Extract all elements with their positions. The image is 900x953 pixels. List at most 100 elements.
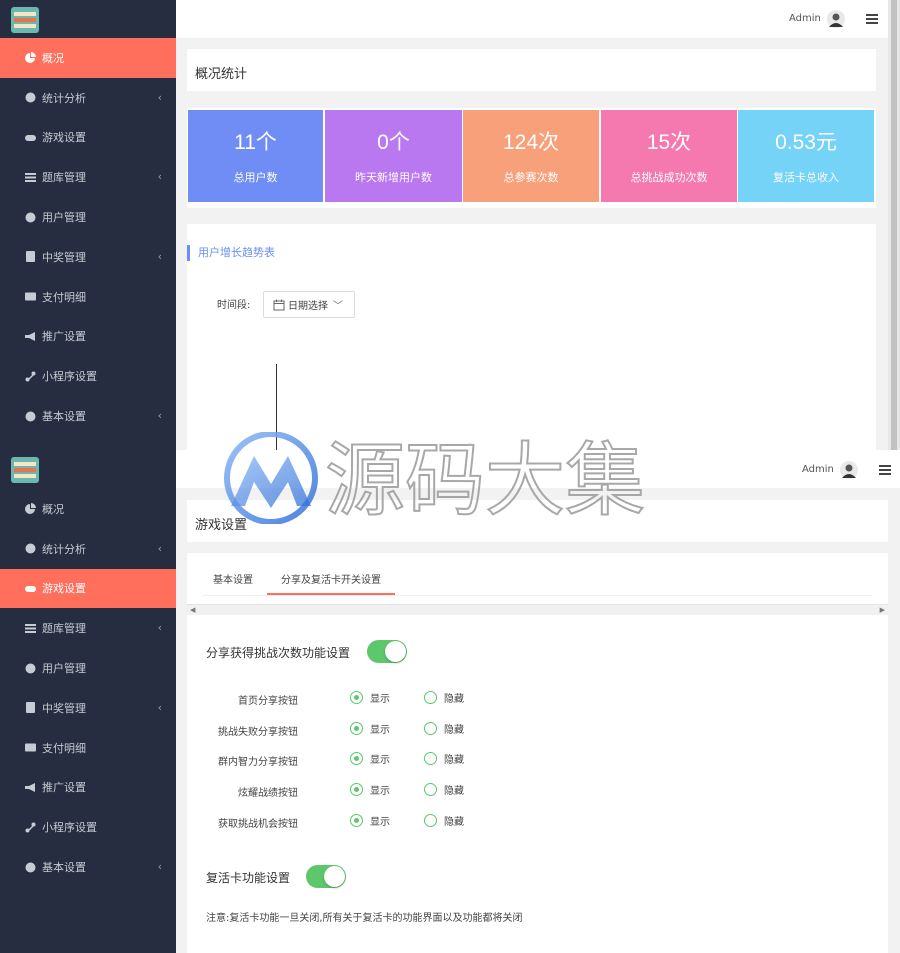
menu-toggle-icon[interactable]	[879, 465, 891, 475]
admin-name[interactable]: Admin	[802, 464, 834, 475]
sidebar-item[interactable]: 小程序设置	[0, 807, 176, 847]
sidebar-item-label: 题库管理	[42, 622, 86, 636]
radio-show-label: 显示	[370, 755, 390, 766]
avatar[interactable]	[840, 461, 858, 479]
sidebar-item[interactable]: 支付明细	[0, 728, 176, 768]
share-section-title: 分享获得挑战次数功能设置	[206, 646, 351, 660]
radio-show-label: 显示	[370, 817, 390, 828]
radio-hide[interactable]	[424, 783, 437, 796]
sidebar-item[interactable]: 小程序设置	[0, 356, 176, 396]
scroll-right-icon[interactable]: ▶	[880, 605, 885, 615]
app-logo[interactable]	[11, 457, 39, 483]
stat-tile: 0个 昨天新增用户数	[325, 110, 462, 202]
chevron-left-icon: ‹	[157, 249, 162, 263]
page-title: 概况统计	[195, 67, 248, 82]
sidebar-item[interactable]: 中奖管理 ‹	[0, 688, 176, 728]
sidebar-item-label: 概况	[42, 51, 64, 65]
radio-hide[interactable]	[424, 691, 437, 704]
sidebar-item[interactable]: 推广设置	[0, 317, 176, 357]
stat-value: 0.53元	[775, 131, 837, 154]
avatar[interactable]	[827, 10, 845, 28]
topbar: Admin	[176, 0, 900, 38]
sidebar-item-label: 支付明细	[42, 741, 86, 755]
menu-toggle-icon[interactable]	[866, 14, 878, 24]
trophy-icon	[23, 701, 37, 715]
chevron-left-icon: ‹	[157, 541, 162, 555]
globe-icon	[23, 91, 37, 105]
sidebar-item[interactable]: 题库管理 ‹	[0, 157, 176, 197]
share-feature-toggle[interactable]	[367, 640, 407, 663]
setting-row-label: 挑战失败分享按钮	[218, 727, 298, 738]
radio-show[interactable]	[350, 814, 363, 827]
tab-basic-settings[interactable]: 基本设置	[213, 570, 273, 595]
list-icon	[23, 621, 37, 635]
sidebar-item[interactable]: 用户管理	[0, 648, 176, 688]
stat-label: 总参赛次数	[503, 171, 559, 184]
title-card: 概况统计	[187, 49, 876, 91]
app-logo[interactable]	[11, 7, 39, 33]
credit-card-icon	[23, 290, 37, 304]
sidebar-item[interactable]: 概况	[0, 38, 176, 78]
sidebar-menu: 概况 统计分析 ‹ 游戏设置 题库管理 ‹ 用户管理 中奖管理 ‹ 支付明细 推广设置 小程序设置 基本…	[0, 489, 176, 887]
sidebar-item[interactable]: 基本设置 ‹	[0, 396, 176, 436]
scroll-left-icon[interactable]: ◀	[190, 605, 195, 615]
setting-row-label: 获取挑战机会按钮	[218, 819, 298, 830]
tab-share-revive-settings[interactable]: 分享及复活卡开关设置	[267, 570, 395, 595]
sidebar-item[interactable]: 概况	[0, 489, 176, 529]
chart-axis-line	[276, 364, 277, 450]
pie-chart-icon	[23, 51, 37, 65]
radio-hide[interactable]	[424, 752, 437, 765]
sidebar-item-label: 推广设置	[42, 781, 86, 795]
sidebar-item[interactable]: 推广设置	[0, 768, 176, 808]
radio-hide-label: 隐藏	[444, 694, 464, 705]
tab-divider	[203, 595, 872, 596]
chevron-left-icon: ‹	[157, 409, 162, 423]
sidebar-item[interactable]: 题库管理 ‹	[0, 608, 176, 648]
radio-show[interactable]	[350, 691, 363, 704]
sidebar-item[interactable]: 用户管理	[0, 197, 176, 237]
sidebar-item[interactable]: 中奖管理 ‹	[0, 237, 176, 277]
stat-tile: 11个 总用户数	[188, 110, 323, 202]
sidebar-item[interactable]: 游戏设置	[0, 118, 176, 158]
radio-hide-label: 隐藏	[444, 786, 464, 797]
sidebar-item[interactable]: 统计分析 ‹	[0, 529, 176, 569]
radio-show[interactable]	[350, 722, 363, 735]
sidebar-item[interactable]: 统计分析 ‹	[0, 78, 176, 118]
title-card: 游戏设置	[187, 500, 888, 542]
link-icon	[23, 369, 37, 383]
sidebar: 概况 统计分析 ‹ 游戏设置 题库管理 ‹ 用户管理 中奖管理 ‹ 支付明细 推广设置 小程序设置 基本…	[0, 0, 176, 450]
stat-value: 11个	[234, 131, 277, 154]
radio-hide-label: 隐藏	[444, 725, 464, 736]
radio-show-label: 显示	[370, 725, 390, 736]
sidebar-item[interactable]: 游戏设置	[0, 568, 176, 609]
setting-row-label: 炫耀战绩按钮	[238, 788, 298, 799]
gear-icon	[23, 409, 37, 423]
radio-hide-label: 隐藏	[444, 817, 464, 828]
revive-feature-toggle[interactable]	[306, 865, 346, 888]
radio-hide[interactable]	[424, 722, 437, 735]
overview-screen: 概况 统计分析 ‹ 游戏设置 题库管理 ‹ 用户管理 中奖管理 ‹ 支付明细 推广设置 小程序设置 基本…	[0, 0, 900, 450]
sidebar-item-label: 小程序设置	[42, 370, 97, 384]
calendar-icon	[273, 299, 285, 310]
sidebar-item[interactable]: 支付明细	[0, 277, 176, 317]
date-picker[interactable]: 日期选择 ﹀	[263, 291, 355, 318]
list-icon	[23, 170, 37, 184]
stat-value: 0个	[377, 131, 410, 154]
horizontal-scrollbar[interactable]: ◀ ▶	[187, 604, 888, 615]
stat-label: 复活卡总收入	[773, 171, 839, 184]
bullhorn-icon	[23, 780, 37, 794]
revive-note: 注意:复活卡功能一旦关闭,所有关于复活卡的功能界面以及功能都将关闭	[206, 913, 523, 924]
scrollbar[interactable]	[888, 0, 900, 450]
radio-hide[interactable]	[424, 814, 437, 827]
sidebar-item-label: 统计分析	[42, 91, 86, 105]
radio-hide-label: 隐藏	[444, 755, 464, 766]
sidebar-item-label: 中奖管理	[42, 250, 86, 264]
topbar: Admin	[176, 450, 900, 488]
admin-name[interactable]: Admin	[789, 13, 821, 24]
radio-show[interactable]	[350, 783, 363, 796]
radio-show[interactable]	[350, 752, 363, 765]
trophy-icon	[23, 250, 37, 264]
sidebar-item[interactable]: 基本设置 ‹	[0, 847, 176, 887]
stat-tile: 15次 总挑战成功次数	[601, 110, 737, 202]
sidebar-item-label: 支付明细	[42, 290, 86, 304]
